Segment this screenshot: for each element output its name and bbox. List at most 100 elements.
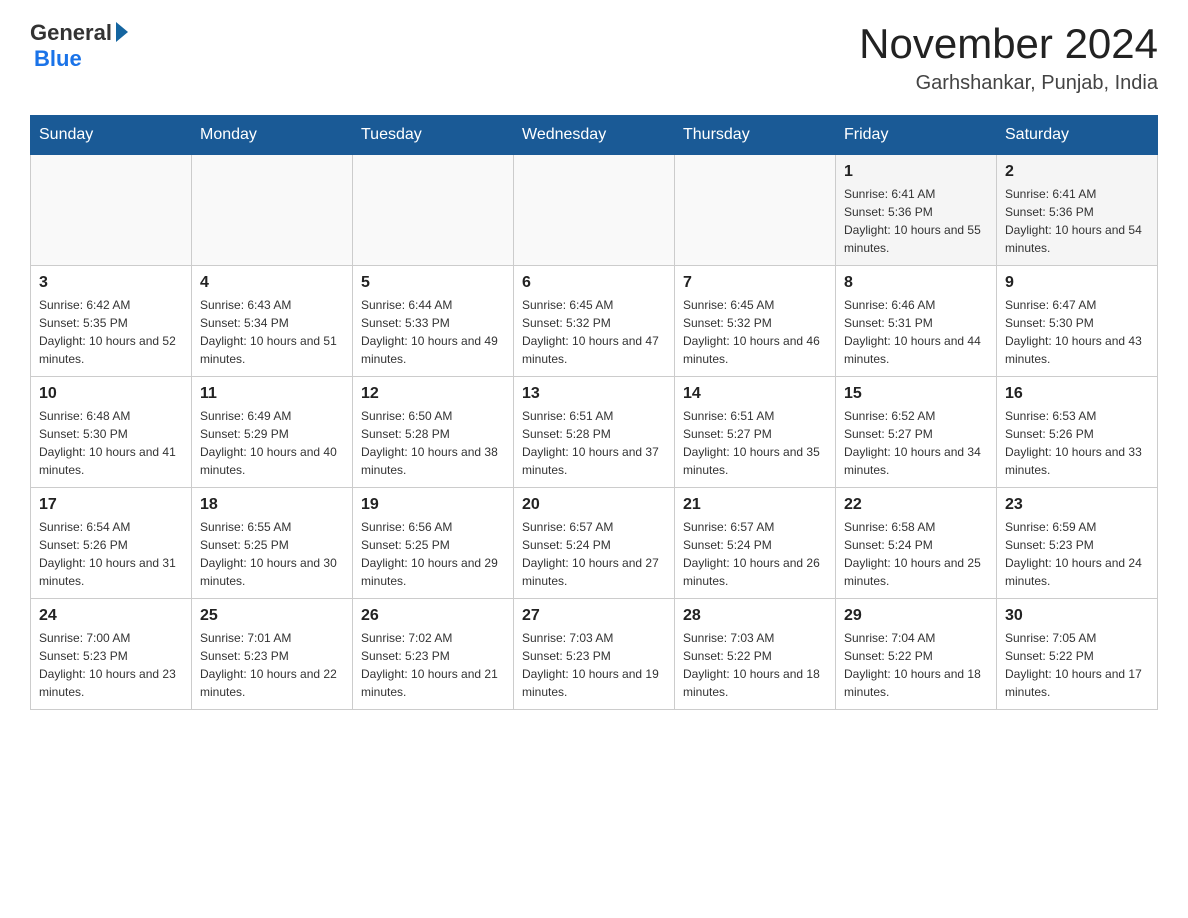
calendar-cell: 28 Sunrise: 7:03 AMSunset: 5:22 PMDayligh… xyxy=(675,599,836,710)
day-info: Sunrise: 6:43 AMSunset: 5:34 PMDaylight:… xyxy=(200,296,344,368)
day-info: Sunrise: 6:52 AMSunset: 5:27 PMDaylight:… xyxy=(844,407,988,479)
calendar-cell: 24 Sunrise: 7:00 AMSunset: 5:23 PMDayligh… xyxy=(31,599,192,710)
location-subtitle: Garhshankar, Punjab, India xyxy=(859,72,1158,95)
calendar-cell: 8 Sunrise: 6:46 AMSunset: 5:31 PMDaylight… xyxy=(836,266,997,377)
calendar-cell: 1 Sunrise: 6:41 AMSunset: 5:36 PMDaylight… xyxy=(836,155,997,266)
logo-arrow-icon xyxy=(116,22,128,42)
calendar-cell: 15 Sunrise: 6:52 AMSunset: 5:27 PMDayligh… xyxy=(836,377,997,488)
calendar-cell: 26 Sunrise: 7:02 AMSunset: 5:23 PMDayligh… xyxy=(353,599,514,710)
weekday-header-row: SundayMondayTuesdayWednesdayThursdayFrid… xyxy=(31,116,1158,155)
day-info: Sunrise: 6:50 AMSunset: 5:28 PMDaylight:… xyxy=(361,407,505,479)
day-info: Sunrise: 7:03 AMSunset: 5:22 PMDaylight:… xyxy=(683,629,827,701)
day-info: Sunrise: 6:49 AMSunset: 5:29 PMDaylight:… xyxy=(200,407,344,479)
day-number: 18 xyxy=(200,496,344,514)
day-info: Sunrise: 6:51 AMSunset: 5:27 PMDaylight:… xyxy=(683,407,827,479)
day-number: 7 xyxy=(683,274,827,292)
day-number: 23 xyxy=(1005,496,1149,514)
day-number: 24 xyxy=(39,607,183,625)
day-number: 14 xyxy=(683,385,827,403)
day-info: Sunrise: 6:44 AMSunset: 5:33 PMDaylight:… xyxy=(361,296,505,368)
day-info: Sunrise: 6:54 AMSunset: 5:26 PMDaylight:… xyxy=(39,518,183,590)
calendar-cell xyxy=(31,155,192,266)
day-number: 8 xyxy=(844,274,988,292)
day-info: Sunrise: 6:45 AMSunset: 5:32 PMDaylight:… xyxy=(522,296,666,368)
day-number: 22 xyxy=(844,496,988,514)
day-info: Sunrise: 6:59 AMSunset: 5:23 PMDaylight:… xyxy=(1005,518,1149,590)
day-number: 20 xyxy=(522,496,666,514)
calendar-cell: 21 Sunrise: 6:57 AMSunset: 5:24 PMDayligh… xyxy=(675,488,836,599)
day-number: 1 xyxy=(844,163,988,181)
page-header: General Blue November 2024 Garhshankar, … xyxy=(30,20,1158,95)
calendar-cell: 3 Sunrise: 6:42 AMSunset: 5:35 PMDaylight… xyxy=(31,266,192,377)
calendar-cell: 20Sunrise: 6:57 AMSunset: 5:24 PMDayligh… xyxy=(514,488,675,599)
calendar-cell: 25Sunrise: 7:01 AMSunset: 5:23 PMDayligh… xyxy=(192,599,353,710)
day-number: 21 xyxy=(683,496,827,514)
logo: General Blue xyxy=(30,20,128,72)
day-number: 10 xyxy=(39,385,183,403)
day-number: 11 xyxy=(200,385,344,403)
day-number: 5 xyxy=(361,274,505,292)
main-title: November 2024 xyxy=(859,20,1158,68)
calendar-cell: 30 Sunrise: 7:05 AMSunset: 5:22 PMDayligh… xyxy=(997,599,1158,710)
calendar-cell xyxy=(675,155,836,266)
calendar-cell: 6 Sunrise: 6:45 AMSunset: 5:32 PMDaylight… xyxy=(514,266,675,377)
day-info: Sunrise: 7:01 AMSunset: 5:23 PMDaylight:… xyxy=(200,629,344,701)
day-number: 17 xyxy=(39,496,183,514)
day-number: 3 xyxy=(39,274,183,292)
calendar-week-row: 3 Sunrise: 6:42 AMSunset: 5:35 PMDaylight… xyxy=(31,266,1158,377)
calendar-cell: 29Sunrise: 7:04 AMSunset: 5:22 PMDayligh… xyxy=(836,599,997,710)
calendar-cell: 19Sunrise: 6:56 AMSunset: 5:25 PMDayligh… xyxy=(353,488,514,599)
title-block: November 2024 Garhshankar, Punjab, India xyxy=(859,20,1158,95)
day-number: 13 xyxy=(522,385,666,403)
calendar-cell: 27Sunrise: 7:03 AMSunset: 5:23 PMDayligh… xyxy=(514,599,675,710)
day-info: Sunrise: 6:48 AMSunset: 5:30 PMDaylight:… xyxy=(39,407,183,479)
day-number: 12 xyxy=(361,385,505,403)
logo-general-text: General xyxy=(30,20,112,46)
day-info: Sunrise: 6:46 AMSunset: 5:31 PMDaylight:… xyxy=(844,296,988,368)
calendar-cell: 4Sunrise: 6:43 AMSunset: 5:34 PMDaylight… xyxy=(192,266,353,377)
calendar-cell: 16Sunrise: 6:53 AMSunset: 5:26 PMDayligh… xyxy=(997,377,1158,488)
calendar-week-row: 1 Sunrise: 6:41 AMSunset: 5:36 PMDaylight… xyxy=(31,155,1158,266)
day-number: 15 xyxy=(844,385,988,403)
logo-blue-text: Blue xyxy=(34,46,82,72)
day-info: Sunrise: 6:42 AMSunset: 5:35 PMDaylight:… xyxy=(39,296,183,368)
day-info: Sunrise: 7:05 AMSunset: 5:22 PMDaylight:… xyxy=(1005,629,1149,701)
calendar-cell: 14 Sunrise: 6:51 AMSunset: 5:27 PMDayligh… xyxy=(675,377,836,488)
day-number: 30 xyxy=(1005,607,1149,625)
weekday-header-wednesday: Wednesday xyxy=(514,116,675,155)
weekday-header-saturday: Saturday xyxy=(997,116,1158,155)
day-info: Sunrise: 6:57 AMSunset: 5:24 PMDaylight:… xyxy=(683,518,827,590)
calendar-week-row: 10 Sunrise: 6:48 AMSunset: 5:30 PMDayligh… xyxy=(31,377,1158,488)
weekday-header-friday: Friday xyxy=(836,116,997,155)
calendar-cell: 22 Sunrise: 6:58 AMSunset: 5:24 PMDayligh… xyxy=(836,488,997,599)
calendar-cell: 10 Sunrise: 6:48 AMSunset: 5:30 PMDayligh… xyxy=(31,377,192,488)
calendar-cell: 18 Sunrise: 6:55 AMSunset: 5:25 PMDayligh… xyxy=(192,488,353,599)
calendar-cell: 5 Sunrise: 6:44 AMSunset: 5:33 PMDaylight… xyxy=(353,266,514,377)
day-info: Sunrise: 6:41 AMSunset: 5:36 PMDaylight:… xyxy=(844,185,988,257)
day-number: 19 xyxy=(361,496,505,514)
calendar-table: SundayMondayTuesdayWednesdayThursdayFrid… xyxy=(30,115,1158,710)
calendar-week-row: 17 Sunrise: 6:54 AMSunset: 5:26 PMDayligh… xyxy=(31,488,1158,599)
day-info: Sunrise: 7:02 AMSunset: 5:23 PMDaylight:… xyxy=(361,629,505,701)
day-info: Sunrise: 6:58 AMSunset: 5:24 PMDaylight:… xyxy=(844,518,988,590)
weekday-header-sunday: Sunday xyxy=(31,116,192,155)
calendar-cell: 11 Sunrise: 6:49 AMSunset: 5:29 PMDayligh… xyxy=(192,377,353,488)
day-number: 26 xyxy=(361,607,505,625)
calendar-cell xyxy=(192,155,353,266)
calendar-cell: 17 Sunrise: 6:54 AMSunset: 5:26 PMDayligh… xyxy=(31,488,192,599)
weekday-header-tuesday: Tuesday xyxy=(353,116,514,155)
calendar-cell: 2Sunrise: 6:41 AMSunset: 5:36 PMDaylight… xyxy=(997,155,1158,266)
weekday-header-monday: Monday xyxy=(192,116,353,155)
day-number: 9 xyxy=(1005,274,1149,292)
weekday-header-thursday: Thursday xyxy=(675,116,836,155)
day-info: Sunrise: 7:04 AMSunset: 5:22 PMDaylight:… xyxy=(844,629,988,701)
day-info: Sunrise: 6:41 AMSunset: 5:36 PMDaylight:… xyxy=(1005,185,1149,257)
day-number: 28 xyxy=(683,607,827,625)
day-info: Sunrise: 6:55 AMSunset: 5:25 PMDaylight:… xyxy=(200,518,344,590)
day-info: Sunrise: 7:00 AMSunset: 5:23 PMDaylight:… xyxy=(39,629,183,701)
day-info: Sunrise: 7:03 AMSunset: 5:23 PMDaylight:… xyxy=(522,629,666,701)
day-number: 16 xyxy=(1005,385,1149,403)
day-info: Sunrise: 6:45 AMSunset: 5:32 PMDaylight:… xyxy=(683,296,827,368)
calendar-cell: 23 Sunrise: 6:59 AMSunset: 5:23 PMDayligh… xyxy=(997,488,1158,599)
day-number: 6 xyxy=(522,274,666,292)
